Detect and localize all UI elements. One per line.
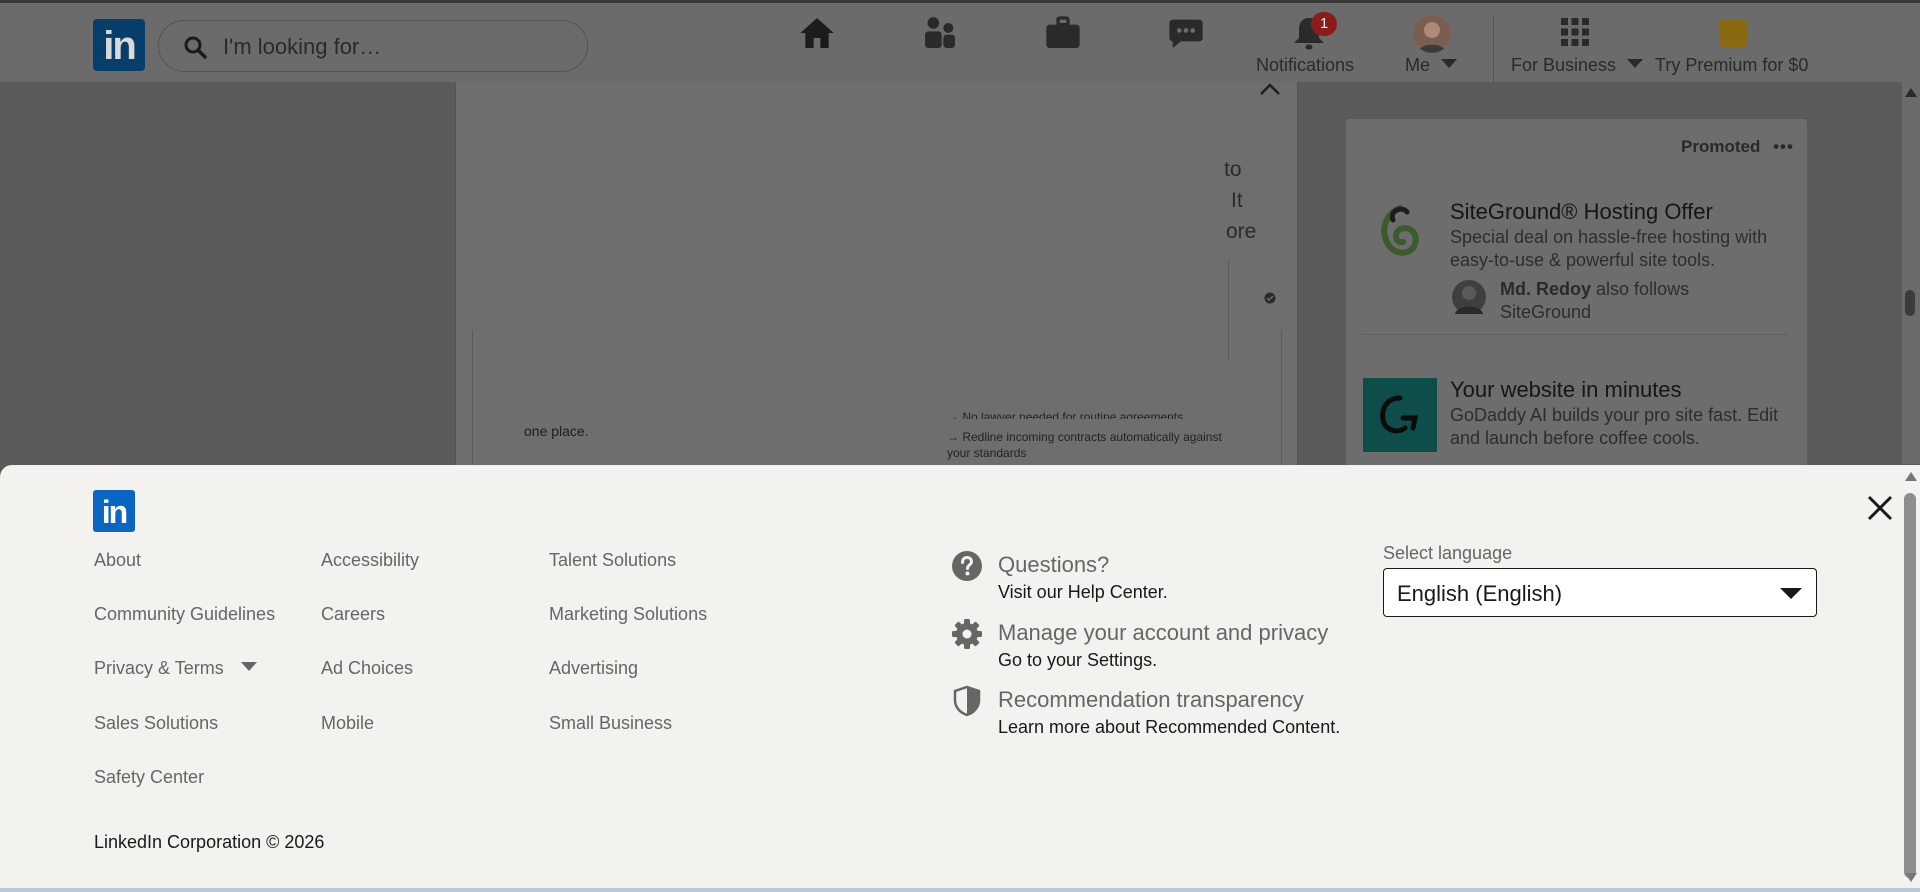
- ad-title[interactable]: Your website in minutes: [1450, 377, 1682, 403]
- profile-photo-icon: [1413, 15, 1451, 53]
- scroll-down-arrow-icon[interactable]: [1905, 873, 1917, 882]
- modal-scrollbar-thumb[interactable]: [1904, 493, 1916, 878]
- profile-photo-icon: [1455, 286, 1483, 314]
- go-to-settings-text: Go to your Settings.: [998, 650, 1158, 670]
- post-text-fragment: ore: [1226, 220, 1257, 243]
- ad-divider: [1362, 334, 1787, 335]
- footer-link-safety-center[interactable]: Safety Center: [94, 767, 204, 788]
- linkedin-logo[interactable]: in: [93, 19, 145, 71]
- apps-grid-icon[interactable]: [1560, 17, 1590, 47]
- collapse-chevron-up-icon[interactable]: [1259, 82, 1281, 96]
- promoted-label: Promoted •••: [1681, 137, 1794, 157]
- messaging-icon[interactable]: [1166, 13, 1206, 53]
- ad-social-proof: Md. Redoy also follows SiteGround: [1500, 278, 1730, 324]
- siteground-logo-icon[interactable]: [1363, 200, 1437, 274]
- question-icon: [952, 551, 982, 581]
- footer-link-marketing-solutions[interactable]: Marketing Solutions: [549, 604, 707, 625]
- ad-description: Special deal on hassle-free hosting with…: [1450, 227, 1768, 270]
- post-text-fragment: to: [1224, 158, 1242, 181]
- post-text-fragment: It: [1231, 189, 1243, 212]
- shield-icon: [953, 685, 981, 717]
- copyright-text: LinkedIn Corporation © 2026: [94, 832, 325, 852]
- search-icon: [184, 36, 207, 59]
- language-select[interactable]: English (English): [1383, 568, 1817, 617]
- chevron-down-icon: [240, 662, 257, 671]
- scroll-up-arrow-icon[interactable]: [1905, 88, 1917, 97]
- page-scrollbar[interactable]: [1902, 82, 1920, 464]
- scroll-up-arrow-icon[interactable]: [1905, 472, 1917, 481]
- footer-link-community-guidelines[interactable]: Community Guidelines: [94, 604, 275, 625]
- footer-link-advertising[interactable]: Advertising: [549, 658, 638, 679]
- manage-account-privacy-link[interactable]: Manage your account and privacy: [998, 620, 1328, 646]
- post-image-list-item: → Redline incoming contracts automatical…: [947, 430, 1222, 444]
- footer-link-careers[interactable]: Careers: [321, 604, 385, 625]
- for-business-menu[interactable]: For Business: [1511, 55, 1644, 76]
- footer-link-accessibility[interactable]: Accessibility: [321, 550, 419, 571]
- post-image-list-item: → No lawyer needed for routine agreement…: [947, 410, 1184, 419]
- avatar[interactable]: [1413, 15, 1451, 53]
- ad-title[interactable]: SiteGround® Hosting Offer: [1450, 199, 1713, 225]
- chevron-down-icon: [1627, 59, 1644, 68]
- post-image[interactable]: [472, 330, 1282, 467]
- recommended-content-text: Learn more about Recommended Content.: [998, 717, 1341, 737]
- verified-badge-icon: [1264, 292, 1276, 304]
- notifications-badge: 1: [1311, 12, 1337, 36]
- search-placeholder: I'm looking for…: [223, 34, 382, 59]
- premium-icon[interactable]: [1719, 19, 1747, 47]
- window-bottom-edge: [0, 888, 1920, 892]
- privacy-terms-label: Privacy & Terms: [94, 658, 224, 678]
- nav-divider: [1493, 15, 1494, 83]
- footer-link-talent-solutions[interactable]: Talent Solutions: [549, 550, 676, 571]
- notifications-label[interactable]: Notifications: [1256, 55, 1354, 76]
- close-icon[interactable]: [1864, 492, 1896, 524]
- godaddy-logo-icon[interactable]: [1363, 378, 1437, 452]
- ad-description: GoDaddy AI builds your pro site fast. Ed…: [1450, 405, 1779, 448]
- avatar: [1452, 280, 1486, 314]
- for-business-label: For Business: [1511, 55, 1617, 75]
- gear-icon: [952, 619, 982, 649]
- footer-link-ad-choices[interactable]: Ad Choices: [321, 658, 413, 679]
- jobs-briefcase-icon[interactable]: [1043, 13, 1083, 53]
- footer-link-small-business[interactable]: Small Business: [549, 713, 672, 734]
- language-selected-value: English (English): [1397, 581, 1563, 606]
- top-navigation-bar: in I'm looking for… 1 Notifications Me F…: [0, 0, 1920, 83]
- footer-links-modal: in About Community Guidelines Privacy & …: [0, 465, 1920, 892]
- chevron-down-icon: [1441, 59, 1458, 68]
- search-bar[interactable]: I'm looking for…: [158, 20, 588, 72]
- post-image-caption: one place.: [524, 423, 589, 439]
- footer-link-about[interactable]: About: [94, 550, 141, 571]
- footer-link-sales-solutions[interactable]: Sales Solutions: [94, 713, 218, 734]
- linkedin-logo[interactable]: in: [93, 490, 135, 532]
- more-options-icon[interactable]: •••: [1773, 137, 1794, 156]
- promoted-text: Promoted: [1681, 137, 1761, 156]
- follower-name: Md. Redoy: [1500, 279, 1592, 299]
- me-label: Me: [1405, 55, 1431, 75]
- select-language-label: Select language: [1383, 543, 1513, 563]
- footer-link-mobile[interactable]: Mobile: [321, 713, 374, 734]
- help-questions-link[interactable]: Questions?: [998, 552, 1109, 578]
- post-image-list-item: your standards: [947, 446, 1027, 460]
- home-icon[interactable]: [797, 13, 837, 53]
- try-premium-link[interactable]: Try Premium for $0: [1655, 55, 1808, 76]
- page-scrollbar-thumb[interactable]: [1905, 290, 1915, 316]
- help-center-text: Visit our Help Center.: [998, 582, 1168, 602]
- my-network-icon[interactable]: [920, 13, 960, 53]
- me-menu[interactable]: Me: [1405, 55, 1458, 76]
- recommendation-transparency-link[interactable]: Recommendation transparency: [998, 687, 1304, 713]
- dropdown-arrow-icon: [1780, 588, 1802, 599]
- footer-link-privacy-terms[interactable]: Privacy & Terms: [94, 658, 257, 679]
